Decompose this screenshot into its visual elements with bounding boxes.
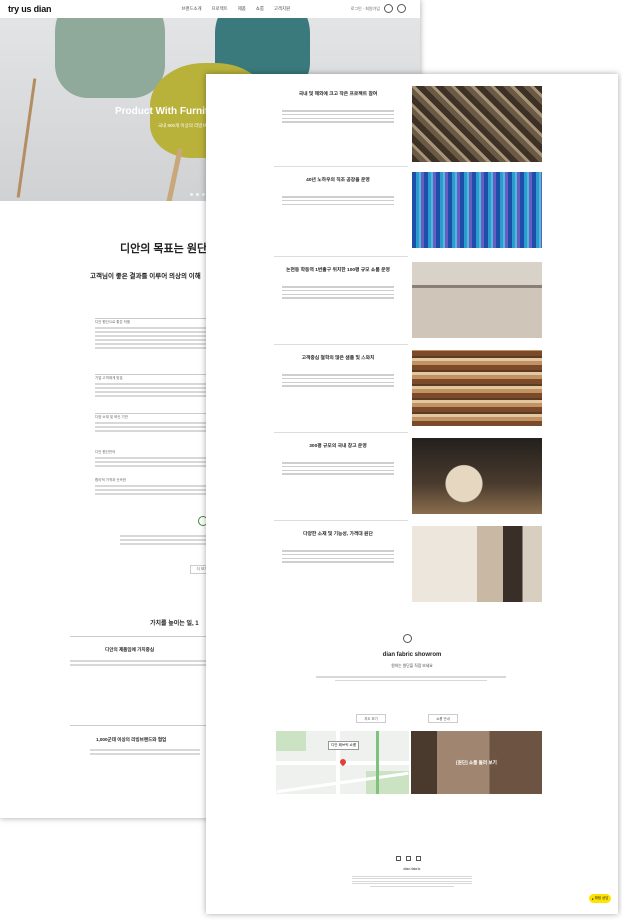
showroom-subtitle: 원하는 원단을 직접 보세요 [391,664,433,668]
feature-desc [282,372,394,389]
divider [274,256,408,257]
divider [274,520,408,521]
project-photo [412,86,542,162]
green-chair [55,18,165,98]
divider [95,413,215,414]
divider [70,636,210,637]
feature-row: 다양한 소재 및 기능성, 가격대 원단 [274,526,542,604]
customers-photo [412,526,542,602]
feature-title: 논현동 학동역 1번출구 위치한 100평 규모 쇼룸 운영 [286,268,390,273]
feature-desc [282,548,394,565]
text-block: 디안 원단으로 좋은 작품 [95,320,215,351]
feature-row: 국내 및 해외에 크고 작은 프로젝트 참여 [274,86,542,164]
chair-leg [16,78,37,198]
blog-icon[interactable] [397,4,406,13]
nav-item-support[interactable]: 고객지원 [274,6,290,12]
block-label: 디안 원단으로 좋은 작품 [95,320,131,324]
swatch-photo [412,350,542,426]
feature-desc [282,108,394,125]
text-block [70,658,210,668]
divider [70,725,210,726]
divider [274,344,408,345]
warehouse-photo [412,438,542,514]
feature-row: 300평 규모의 국내 창고 운영 [274,438,542,516]
showroom-desc [316,674,506,683]
values-heading: 가치를 높이는 일, 1 [150,621,199,627]
intro-heading: 디안의 목표는 원단 [120,243,208,255]
header-utilities: 로그인 · 회원가입 [351,4,406,13]
main-nav: 브랜드소개 프로젝트 제품 쇼룸 고객지원 [181,6,290,12]
feature-title: 디안의 제품임에 가치중심 [105,647,155,652]
divider [274,166,408,167]
footer-info [352,874,472,889]
kakao-chat-button[interactable]: ● 채팅 상담 [589,894,611,903]
feature-title: 국내 및 해외에 크고 작은 프로젝트 참여 [298,92,378,97]
text-block: 기업 고객에게 맞춘 [95,376,215,399]
divider [95,318,215,319]
instagram-icon[interactable] [384,4,393,13]
block-label: 합리적 가격과 신속한 [95,478,126,482]
text-block [120,533,220,547]
blog-icon[interactable] [416,856,421,861]
feature-title: 300평 규모의 국내 창고 운영 [309,444,367,449]
feature-title: 고객중심 철학의 많은 샘플 및 스와치 [301,356,375,361]
divider [274,432,408,433]
feature-row: 40년 노하우의 직조 공장을 운영 [274,172,542,250]
chair-leg [166,148,183,201]
feature-desc [282,460,394,477]
top-navigation: try us dian 브랜드소개 프로젝트 제품 쇼룸 고객지원 로그인 · … [0,0,420,18]
block-label: 다양 소재 및 혁신 기반 [95,415,128,419]
feature-row: 논현동 학동역 1번출구 위치한 100평 규모 쇼룸 운영 [274,262,542,340]
chat-icon: ● [591,896,594,901]
logo[interactable]: try us dian [8,4,52,14]
nav-item-brand[interactable]: 브랜드소개 [181,6,201,12]
nav-item-showroom[interactable]: 쇼룸 [256,6,264,12]
feature-desc [282,284,394,301]
text-block [90,747,200,757]
showroom-title: dian fabric showrom [382,652,442,658]
text-block: 다양 소재 및 혁신 기반 [95,415,215,434]
feature-title: 1,000군데 이상의 리빙브랜드와 협업 [96,737,167,742]
showroom-photo [412,262,542,338]
nav-item-product[interactable]: 제품 [238,6,246,12]
showroom-button[interactable]: 쇼룸 안내 [428,714,458,723]
youtube-icon[interactable] [406,856,411,861]
showroom-tour-label: [원단] 쇼룸 둘러 보기 [456,759,497,765]
block-label: 기업 고객에게 맞춘 [95,376,123,380]
page-preview-right: 국내 및 해외에 크고 작은 프로젝트 참여 40년 노하우의 직조 공장을 운… [206,74,618,914]
feature-desc [282,194,394,207]
footer-social [396,856,421,861]
map-button[interactable]: 지도 보기 [356,714,386,723]
intro-subheading: 고객님이 좋은 결과를 이루어 의상의 이해 [90,273,201,280]
nav-item-project[interactable]: 프로젝트 [212,6,228,12]
feature-row: 고객중심 철학의 많은 샘플 및 스와치 [274,350,542,428]
text-block: 디안 원단만의 [95,450,215,469]
login-link[interactable]: 로그인 · 회원가입 [351,6,380,12]
divider [95,374,215,375]
showroom-tour-image[interactable]: [원단] 쇼룸 둘러 보기 [411,731,542,794]
map-label: 디안 패브릭 쇼룸 [328,741,360,750]
location-icon [403,634,412,643]
text-block: 합리적 가격과 신속한 [95,478,215,497]
showroom-map[interactable]: 디안 패브릭 쇼룸 [276,731,409,794]
feature-title: 40년 노하우의 직조 공장을 운영 [306,178,370,183]
instagram-icon[interactable] [396,856,401,861]
footer-company: dian fabric [403,867,421,871]
block-label: 디안 원단만의 [95,450,116,454]
factory-photo [412,172,542,248]
kakao-chat-label: 채팅 상담 [594,896,609,900]
feature-title: 다양한 소재 및 기능성, 가격대 원단 [303,532,373,537]
